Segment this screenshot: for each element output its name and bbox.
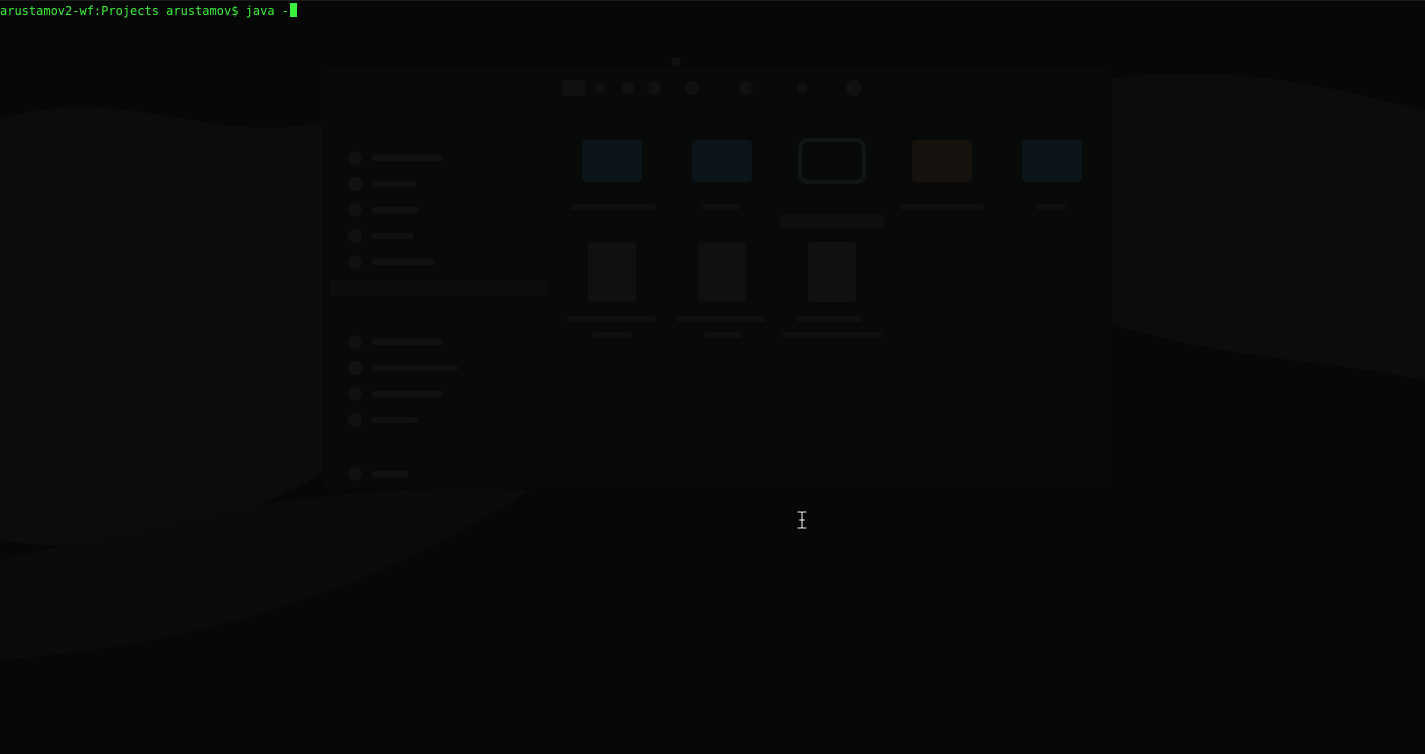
shell-prompt: arustamov2-wf:Projects arustamov$: [0, 4, 246, 18]
terminal-window[interactable]: arustamov2-wf:Projects arustamov$ java -: [0, 0, 1425, 754]
text-cursor: [290, 3, 297, 17]
terminal-prompt-line[interactable]: arustamov2-wf:Projects arustamov$ java -: [0, 3, 297, 19]
typed-command: java -: [245, 4, 289, 18]
ibeam-cursor-icon: [796, 511, 808, 529]
window-top-edge: [0, 0, 1425, 1]
background-desktop: [0, 57, 1425, 660]
